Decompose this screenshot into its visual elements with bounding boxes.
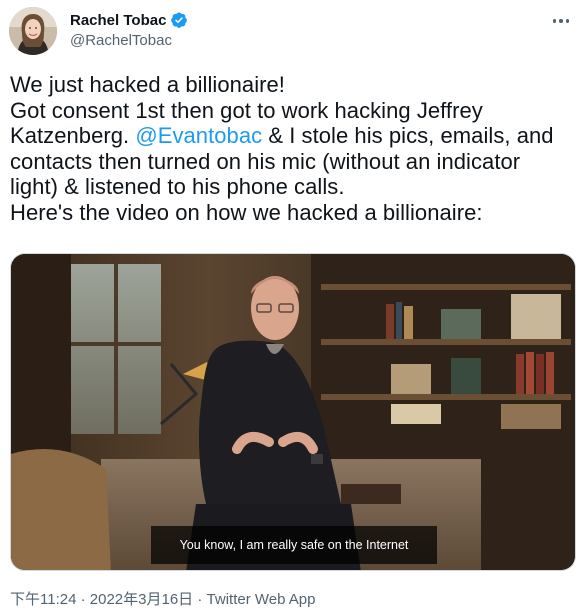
video-caption: You know, I am really safe on the Intern… [151, 526, 437, 564]
dot-icon [552, 19, 557, 23]
tweet-date[interactable]: 2022年3月16日 [90, 591, 193, 608]
tweet-line: Got consent 1st then got to work hacking… [10, 97, 483, 123]
more-options-button[interactable] [546, 8, 576, 34]
tweet-time[interactable]: 下午11:24 [10, 591, 76, 608]
tweet-line: contacts then turned on his mic (without… [10, 148, 521, 174]
tweet-line: light) & listened to his phone calls. [10, 174, 345, 200]
dot-icon [559, 19, 563, 23]
verified-badge-icon [170, 11, 188, 29]
tweet-line-segment: & I stole his pics, emails, and [262, 123, 554, 149]
author-display-name[interactable]: Rachel Tobac [70, 12, 166, 29]
mention-link[interactable]: @Evantobac [135, 123, 262, 148]
meta-separator: · [80, 591, 86, 608]
video-frame-image [11, 254, 575, 570]
tweet-line: Katzenberg. @Evantobac & I stole his pic… [10, 123, 580, 149]
meta-separator: · [197, 591, 203, 608]
tweet-source[interactable]: Twitter Web App [207, 591, 316, 608]
author-name-row: Rachel Tobac [70, 11, 188, 29]
tweet-meta: 下午11:24 · 2022年3月16日 · Twitter Web App [10, 588, 315, 609]
dot-icon [565, 19, 570, 23]
tweet-line-segment: Katzenberg. [10, 123, 136, 149]
profile-photo-icon [9, 7, 57, 55]
video-player[interactable]: You know, I am really safe on the Intern… [10, 253, 576, 571]
tweet-line: Here's the video on how we hacked a bill… [10, 199, 483, 225]
tweet-text: We just hacked a billionaire! Got consen… [10, 72, 580, 226]
tweet: Rachel Tobac @RachelTobac We just hacked… [0, 0, 586, 615]
tweet-line: We just hacked a billionaire! [10, 72, 285, 97]
author-handle[interactable]: @RachelTobac [70, 32, 172, 49]
avatar[interactable] [9, 7, 57, 55]
